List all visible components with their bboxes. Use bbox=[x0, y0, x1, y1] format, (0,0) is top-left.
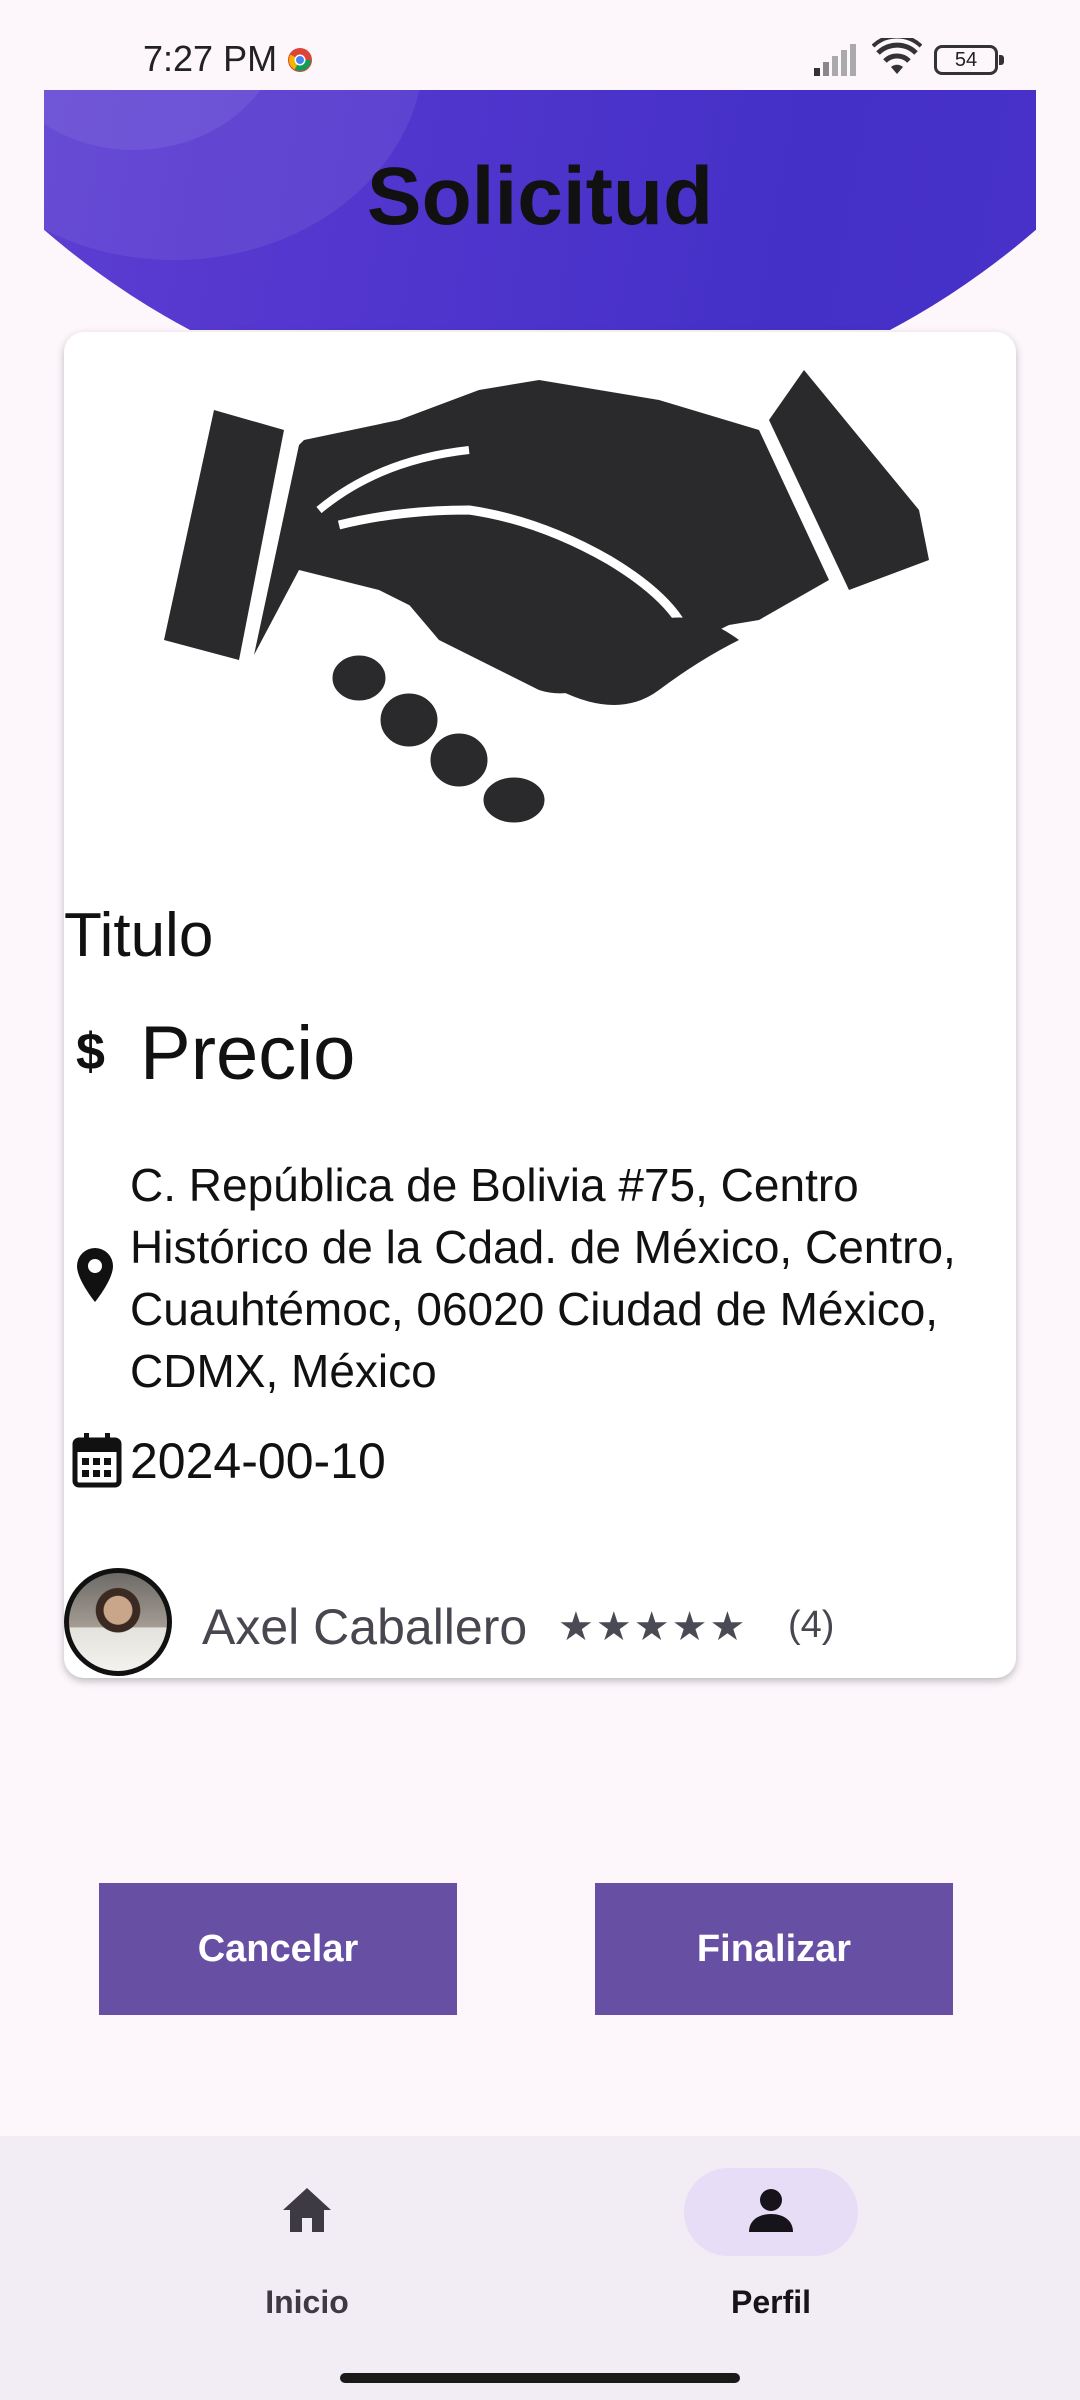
signal-icon bbox=[814, 44, 856, 76]
star-icon: ★ bbox=[558, 1605, 594, 1649]
dollar-icon: $ bbox=[76, 1023, 105, 1081]
wifi-icon bbox=[872, 38, 922, 74]
page-title: Solicitud bbox=[366, 151, 714, 242]
star-icon: ★ bbox=[671, 1605, 708, 1649]
date-text: 2024-00-10 bbox=[130, 1433, 386, 1489]
request-card: Titulo $ Precio C. República de Bolivia … bbox=[64, 332, 1016, 1678]
star-icon: ★ bbox=[595, 1605, 632, 1649]
nav-item-perfil[interactable]: Perfil bbox=[671, 2168, 871, 2348]
cancel-button[interactable]: Cancelar bbox=[99, 1883, 457, 2015]
nav-label-perfil: Perfil bbox=[730, 2284, 812, 2320]
request-title: Titulo bbox=[64, 901, 214, 970]
home-indicator[interactable] bbox=[340, 2373, 740, 2383]
rating-stars: ★★★★★ bbox=[558, 1604, 747, 1650]
location-pin-icon bbox=[77, 1248, 113, 1302]
status-bar: 7:27 PM 54 bbox=[0, 0, 1080, 90]
page-header: Solicitud bbox=[44, 90, 1036, 330]
status-time: 7:27 PM bbox=[143, 38, 278, 79]
user-row[interactable]: Axel Caballero ★★★★★ (4) bbox=[64, 1568, 1016, 1678]
star-icon: ★ bbox=[633, 1605, 670, 1649]
avatar[interactable] bbox=[64, 1568, 172, 1676]
home-icon bbox=[283, 2188, 331, 2232]
address-text: C. República de Bolivia #75, Centro Hist… bbox=[130, 1159, 956, 1397]
user-name[interactable]: Axel Caballero bbox=[202, 1598, 527, 1656]
battery-indicator: 54 bbox=[934, 45, 1004, 75]
price-label: Precio bbox=[140, 1011, 356, 1096]
bottom-navigation: Inicio Perfil bbox=[0, 2136, 1080, 2400]
person-icon bbox=[749, 2189, 793, 2232]
chrome-icon bbox=[288, 48, 312, 72]
finish-button[interactable]: Finalizar bbox=[595, 1883, 953, 2015]
star-icon: ★ bbox=[709, 1605, 746, 1649]
nav-label-inicio: Inicio bbox=[265, 2284, 349, 2320]
rating-count: (4) bbox=[788, 1604, 835, 1646]
nav-item-inicio[interactable]: Inicio bbox=[207, 2168, 407, 2348]
calendar-icon bbox=[72, 1433, 122, 1488]
handshake-icon bbox=[164, 370, 929, 830]
